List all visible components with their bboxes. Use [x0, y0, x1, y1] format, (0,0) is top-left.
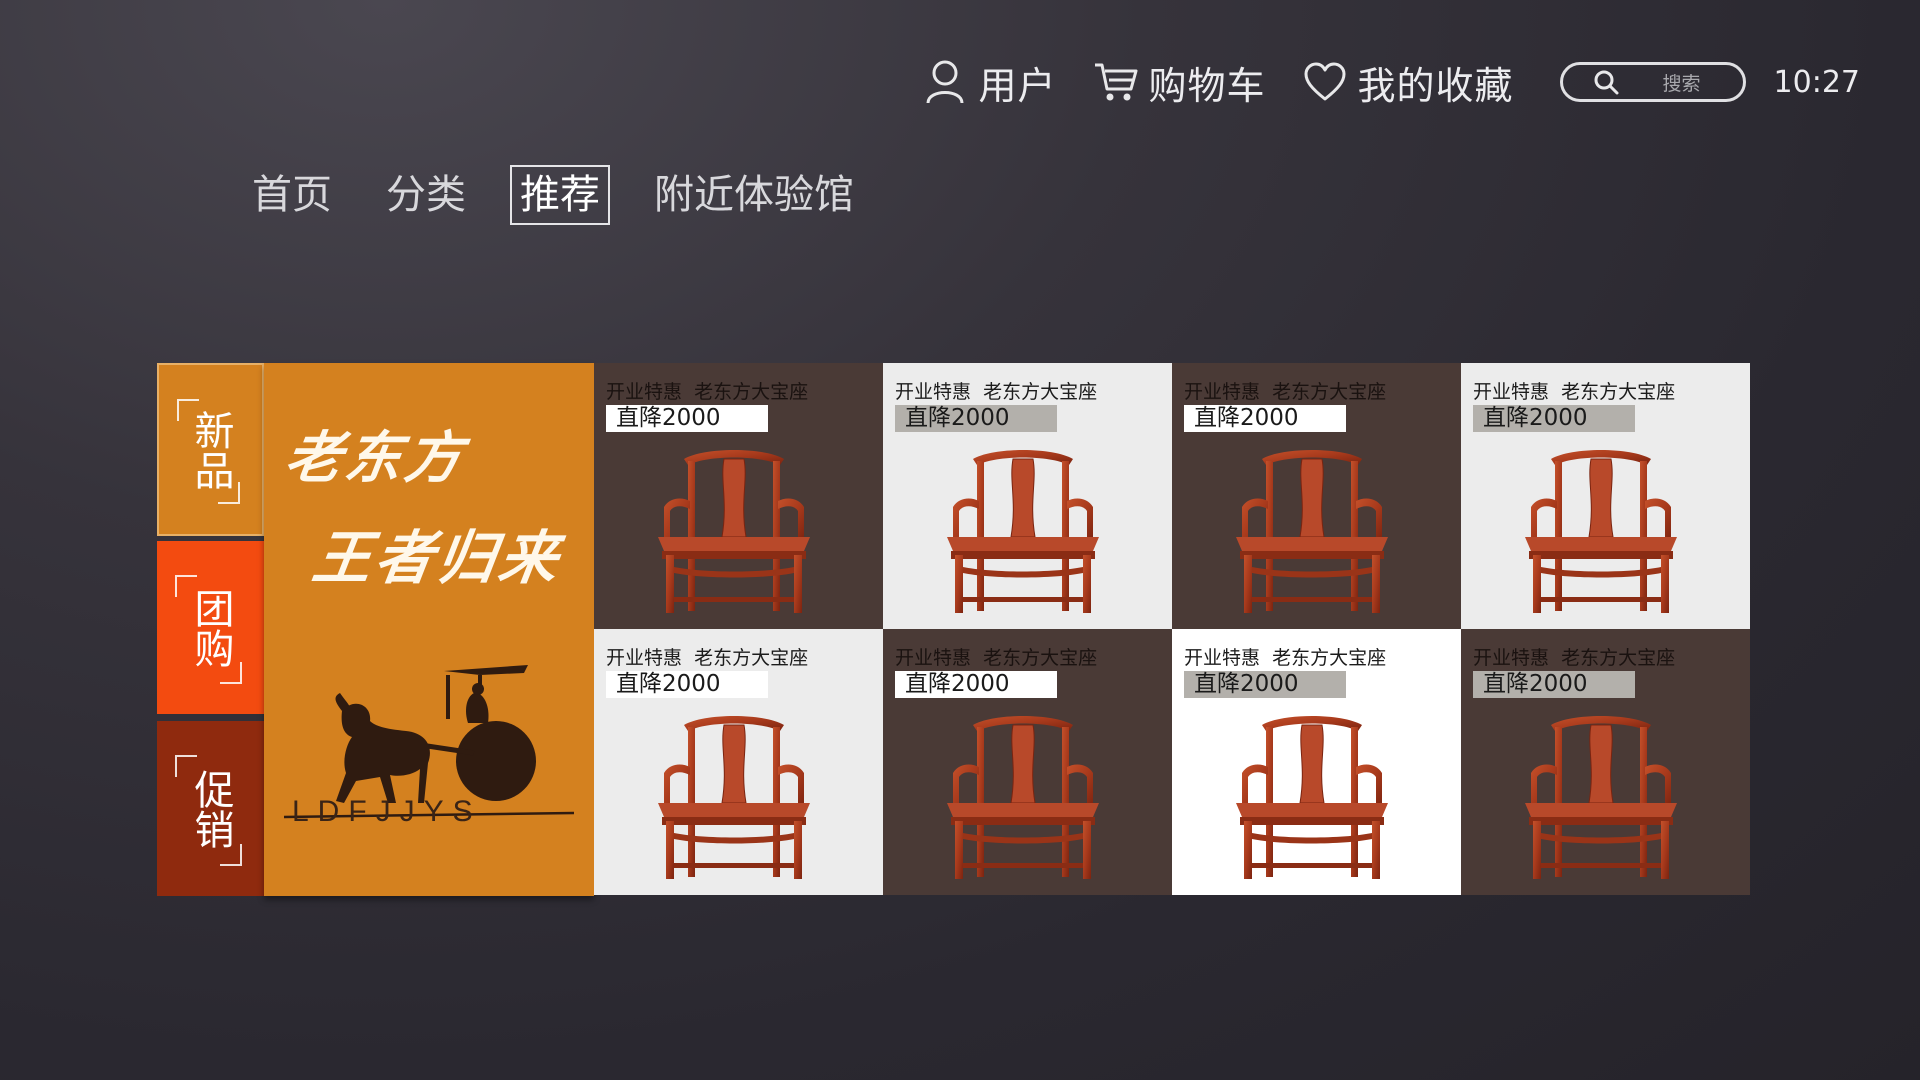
product-title: 开业特惠 老东方大宝座 — [606, 381, 809, 403]
search-placeholder: 搜索 — [1662, 72, 1701, 95]
product-tile[interactable]: 开业特惠 老东方大宝座 直降2000 — [883, 629, 1172, 895]
chair-image — [1235, 715, 1389, 880]
product-tile[interactable]: 开业特惠 老东方大宝座 直降2000 — [1461, 629, 1750, 895]
brand-banner[interactable]: 老东方 王者归来 LDFJJYS — [264, 363, 594, 896]
cart-label: 购物车 — [1148, 63, 1266, 108]
corner-bracket — [220, 844, 242, 866]
search-icon — [1593, 68, 1621, 96]
product-title: 开业特惠 老东方大宝座 — [895, 647, 1098, 669]
product-tile[interactable]: 开业特惠 老东方大宝座 直降2000 — [1172, 629, 1461, 895]
recommend-grid: 新品 团购 促销 老东方 王者归来 LDFJJYS 开业特惠 老东方大宝座 直降… — [157, 363, 1753, 896]
product-title: 开业特惠 老东方大宝座 — [895, 381, 1098, 403]
product-price-badge: 直降2000 — [895, 671, 1057, 698]
favorites-label: 我的收藏 — [1357, 63, 1514, 108]
category-group-buy-label: 团购 — [187, 587, 234, 668]
product-title: 开业特惠 老东方大宝座 — [606, 647, 809, 669]
banner-slogan-line2: 王者归来 — [308, 524, 567, 592]
product-title: 开业特惠 老东方大宝座 — [1184, 647, 1387, 669]
chair-image — [657, 449, 811, 614]
product-title: 开业特惠 老东方大宝座 — [1473, 647, 1676, 669]
cart-button[interactable]: 购物车 — [1093, 55, 1266, 110]
chair-image — [946, 449, 1100, 614]
user-icon — [922, 59, 968, 105]
category-promotion[interactable]: 促销 — [157, 721, 264, 896]
favorites-button[interactable]: 我的收藏 — [1302, 55, 1514, 110]
user-button[interactable]: 用户 — [922, 55, 1056, 110]
search-input[interactable]: 搜索 — [1559, 62, 1746, 102]
product-price-badge: 直降2000 — [1184, 405, 1346, 432]
product-price-badge: 直降2000 — [895, 405, 1057, 432]
chair-image — [946, 715, 1100, 880]
tab-nearby-showroom[interactable]: 附近体验馆 — [644, 165, 864, 225]
tab-home[interactable]: 首页 — [242, 165, 342, 225]
corner-bracket — [218, 482, 240, 504]
category-promotion-label: 促销 — [187, 768, 234, 849]
banner-logo-text: LDFJJYS — [292, 795, 482, 828]
product-tile[interactable]: 开业特惠 老东方大宝座 直降2000 — [1461, 363, 1750, 629]
chair-image — [1235, 449, 1389, 614]
product-price-badge: 直降2000 — [606, 671, 768, 698]
product-price-badge: 直降2000 — [1473, 671, 1635, 698]
corner-bracket — [220, 662, 242, 684]
product-tile[interactable]: 开业特惠 老东方大宝座 直降2000 — [1172, 363, 1461, 629]
tab-recommend[interactable]: 推荐 — [510, 165, 610, 225]
chair-image — [657, 715, 811, 880]
product-tile[interactable]: 开业特惠 老东方大宝座 直降2000 — [594, 363, 883, 629]
product-tile[interactable]: 开业特惠 老东方大宝座 直降2000 — [883, 363, 1172, 629]
user-label: 用户 — [978, 63, 1057, 108]
product-price-badge: 直降2000 — [1184, 671, 1346, 698]
product-tile[interactable]: 开业特惠 老东方大宝座 直降2000 — [594, 629, 883, 895]
product-price-badge: 直降2000 — [1473, 405, 1635, 432]
category-new[interactable]: 新品 — [157, 363, 264, 536]
product-price-badge: 直降2000 — [606, 405, 768, 432]
product-title: 开业特惠 老东方大宝座 — [1184, 381, 1387, 403]
top-bar: 用户 购物车 我的收藏 搜索 10:27 — [922, 52, 1860, 112]
tab-category[interactable]: 分类 — [376, 165, 476, 225]
product-title: 开业特惠 老东方大宝座 — [1473, 381, 1676, 403]
cart-icon — [1093, 59, 1139, 105]
category-group-buy[interactable]: 团购 — [157, 541, 264, 714]
category-new-label: 新品 — [187, 409, 234, 490]
banner-slogan-line1: 老东方 — [280, 425, 471, 491]
clock: 10:27 — [1773, 64, 1860, 100]
chair-image — [1524, 449, 1678, 614]
main-nav: 首页 分类 推荐 附近体验馆 — [242, 165, 898, 225]
chair-image — [1524, 715, 1678, 880]
heart-icon — [1302, 59, 1348, 105]
